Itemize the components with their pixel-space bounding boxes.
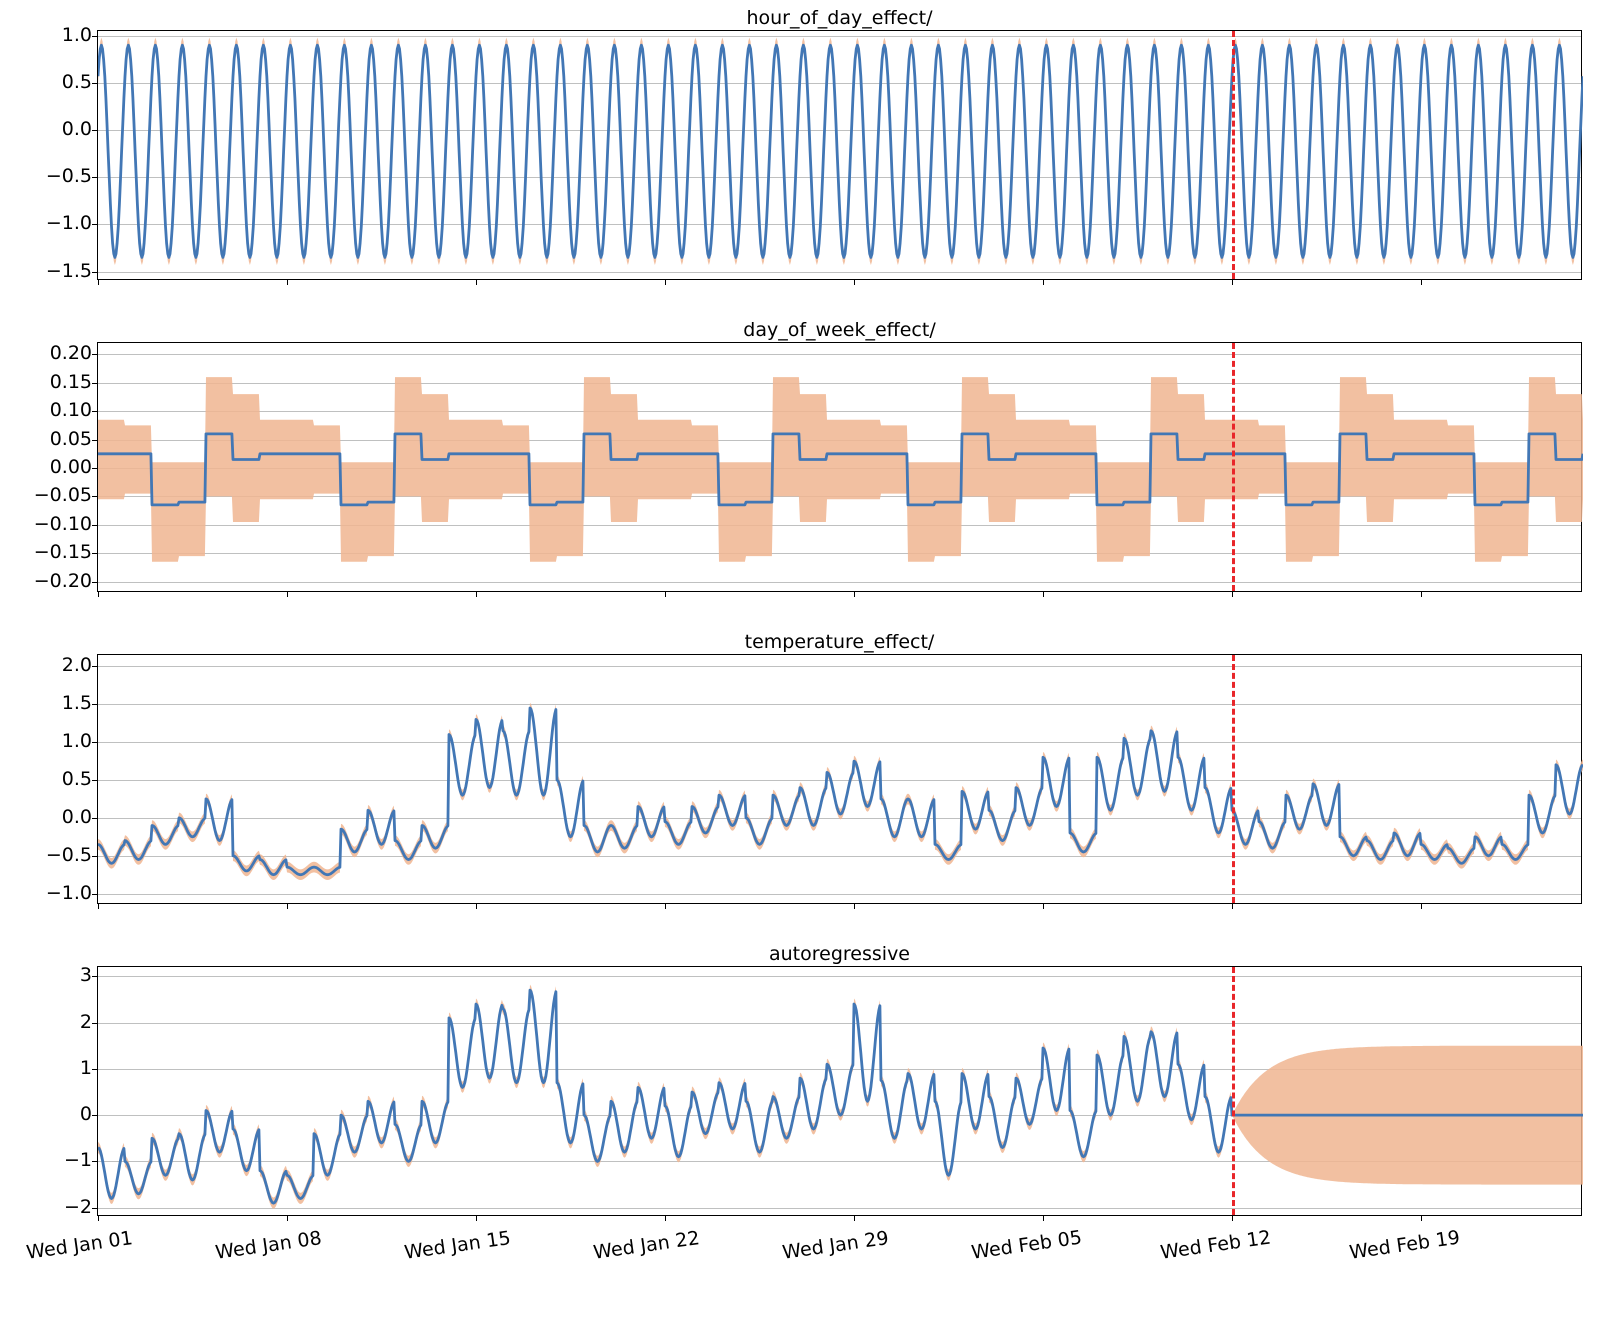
panel-title-temp: temperature_effect/ — [98, 631, 1581, 653]
y-tick-label: 0.00 — [12, 456, 92, 478]
mean-line — [98, 45, 1583, 257]
x-tick-label: Wed Feb 05 — [970, 1227, 1083, 1264]
y-tick-label: −0.05 — [12, 484, 92, 506]
x-tick-label: Wed Jan 29 — [781, 1227, 890, 1264]
y-tick-label: −0.5 — [12, 844, 92, 866]
series-dow — [98, 343, 1583, 593]
x-tick-label: Wed Jan 01 — [25, 1227, 134, 1264]
y-tick-label: 1.0 — [12, 730, 92, 752]
cutoff-line — [1232, 31, 1235, 279]
y-tick-label: −0.15 — [12, 541, 92, 563]
panel-title-hour: hour_of_day_effect/ — [98, 7, 1581, 29]
y-tick-label: −1.0 — [12, 212, 92, 234]
y-tick-label: 0.20 — [12, 342, 92, 364]
y-tick-label: 1.5 — [12, 692, 92, 714]
panel-temp: temperature_effect/ — [97, 654, 1582, 904]
y-tick-label: 0.10 — [12, 399, 92, 421]
panel-title-dow: day_of_week_effect/ — [98, 319, 1581, 341]
panel-ar: autoregressive — [97, 966, 1582, 1216]
x-axis-labels: Wed Jan 01Wed Jan 08Wed Jan 15Wed Jan 22… — [97, 1242, 1582, 1282]
y-tick-label: −0.10 — [12, 513, 92, 535]
y-tick-label: 1 — [12, 1057, 92, 1079]
y-tick-label: −0.20 — [12, 570, 92, 592]
credible-band — [98, 985, 1583, 1209]
series-hour — [98, 31, 1583, 281]
cutoff-line — [1232, 655, 1235, 903]
cutoff-line — [1232, 967, 1235, 1215]
x-tick-label: Wed Feb 12 — [1159, 1227, 1272, 1264]
x-tick-label: Wed Jan 15 — [403, 1227, 512, 1264]
x-tick-label: Wed Jan 08 — [214, 1227, 323, 1264]
y-tick-label: 0.5 — [12, 71, 92, 93]
panel-title-ar: autoregressive — [98, 943, 1581, 965]
y-tick-label: 0.15 — [12, 371, 92, 393]
y-tick-label: 0.0 — [12, 806, 92, 828]
panel-hour: hour_of_day_effect/ — [97, 30, 1582, 280]
y-tick-label: 0.05 — [12, 428, 92, 450]
y-tick-label: −1.5 — [12, 260, 92, 282]
y-tick-label: 0.0 — [12, 118, 92, 140]
y-tick-label: 0 — [12, 1103, 92, 1125]
figure: −1.5−1.0−0.50.00.51.0hour_of_day_effect/… — [0, 0, 1600, 1328]
y-tick-label: −2 — [12, 1196, 92, 1218]
y-tick-label: 1.0 — [12, 24, 92, 46]
y-tick-label: 0.5 — [12, 768, 92, 790]
x-tick-label: Wed Feb 19 — [1348, 1227, 1461, 1264]
y-tick-label: −1.0 — [12, 882, 92, 904]
y-tick-label: −0.5 — [12, 165, 92, 187]
y-tick-label: 2 — [12, 1011, 92, 1033]
cutoff-line — [1232, 343, 1235, 591]
credible-band — [98, 703, 1583, 880]
y-tick-label: 3 — [12, 964, 92, 986]
y-tick-label: −1 — [12, 1149, 92, 1171]
y-tick-label: 2.0 — [12, 654, 92, 676]
credible-band — [98, 377, 1583, 562]
series-ar — [98, 967, 1583, 1217]
x-tick-label: Wed Jan 22 — [592, 1227, 701, 1264]
panel-dow: day_of_week_effect/ — [97, 342, 1582, 592]
series-temp — [98, 655, 1583, 905]
